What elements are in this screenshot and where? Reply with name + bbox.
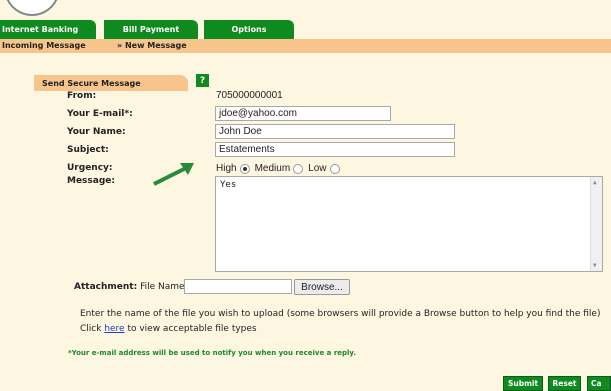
urgency-low-radio[interactable] — [329, 163, 340, 174]
urgency-high-label: High — [216, 163, 237, 174]
urgency-medium-radio[interactable] — [293, 163, 304, 174]
name-label: Your Name: — [67, 127, 126, 137]
section-title: Send Secure Message — [34, 75, 188, 91]
urgency-label: Urgency: — [67, 163, 113, 173]
attachment-label-row: Attachment: File Name: — [74, 282, 188, 292]
scroll-down-icon[interactable]: ▼ — [593, 262, 597, 269]
from-label: From: — [67, 91, 97, 101]
submit-button[interactable]: Submit — [503, 376, 543, 391]
urgency-low-label: Low — [308, 163, 327, 174]
scroll-up-icon[interactable]: ▲ — [593, 179, 597, 186]
file-name-field[interactable] — [184, 279, 292, 294]
attachment-label: Attachment: — [74, 282, 138, 292]
email-label: Your E-mail*: — [67, 109, 133, 119]
sub-nav: Incoming Message » New Message — [0, 39, 611, 53]
click-suffix: to view acceptable file types — [124, 324, 257, 334]
tab-internet-banking[interactable]: Internet Banking — [0, 20, 96, 39]
message-textarea[interactable]: Yes ▲ ▼ — [215, 176, 603, 272]
browse-button[interactable]: Browse... — [294, 279, 350, 295]
subject-label: Subject: — [67, 145, 109, 155]
email-note: *Your e-mail address will be used to not… — [68, 349, 357, 357]
from-value: 705000000001 — [216, 90, 283, 101]
bank-logo — [4, 0, 60, 16]
name-field[interactable]: John Doe — [215, 124, 455, 139]
main-nav: Internet Banking Bill Payment Options — [0, 20, 611, 39]
cancel-button[interactable]: Ca — [587, 376, 611, 391]
file-types-text: Click here to view acceptable file types — [80, 324, 257, 334]
tab-options[interactable]: Options — [204, 20, 294, 39]
subnav-new-message[interactable]: » New Message — [117, 41, 187, 50]
message-text: Yes — [220, 180, 237, 190]
message-scrollbar[interactable]: ▲ ▼ — [590, 177, 602, 271]
click-prefix: Click — [80, 324, 105, 334]
urgency-medium-label: Medium — [254, 163, 291, 174]
message-label: Message: — [67, 176, 115, 186]
tab-bill-payment[interactable]: Bill Payment — [104, 20, 198, 39]
urgency-high-radio[interactable] — [239, 163, 250, 174]
reset-button[interactable]: Reset — [548, 376, 581, 391]
subnav-incoming-message[interactable]: Incoming Message — [2, 41, 86, 50]
file-types-link[interactable]: here — [104, 324, 124, 334]
upload-help-text: Enter the name of the file you wish to u… — [80, 309, 601, 319]
file-name-label: File Name: — [140, 282, 188, 292]
arrow-icon — [153, 163, 194, 186]
urgency-options: High Medium Low — [216, 163, 345, 174]
email-field[interactable]: jdoe@yahoo.com — [215, 106, 391, 121]
subject-field[interactable]: Estatements — [215, 142, 455, 157]
help-icon[interactable]: ? — [196, 74, 209, 87]
